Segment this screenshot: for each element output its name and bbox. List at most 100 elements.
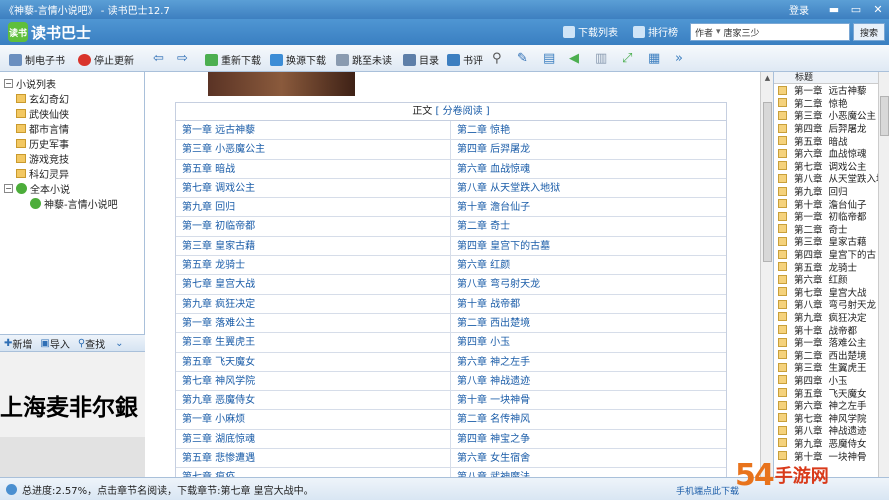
chapter-list-item[interactable]: 第七章 调戏公主 [774, 160, 889, 173]
grid-icon[interactable]: ▦ [648, 51, 660, 66]
redownload-button[interactable]: 重新下载 [205, 52, 261, 67]
chapter-link[interactable]: 第四章 神宝之争 [451, 430, 726, 448]
mobile-download-link[interactable]: 手机端点此下载 [676, 484, 739, 497]
find-button[interactable]: ⚲ 查找 [78, 336, 105, 351]
chapter-list-item[interactable]: 第六章 红颜 [774, 273, 889, 286]
chapter-list-item[interactable]: 第二章 西出楚境 [774, 348, 889, 362]
chapter-list-scrollbar[interactable] [878, 72, 889, 477]
chapter-list-item[interactable]: 第八章 从天堂跌入地 [774, 172, 889, 185]
chapter-list-item[interactable]: 第三章 小恶魔公主 [774, 109, 889, 122]
chapter-list-item[interactable]: 第三章 皇家古藉 [774, 235, 889, 248]
chapter-link[interactable]: 第七章 调戏公主 [176, 178, 451, 198]
add-button[interactable]: ✚ 新增 [4, 336, 32, 351]
tree-root[interactable]: − 小说列表 [4, 76, 56, 91]
pen-icon[interactable]: ✎ [517, 51, 528, 66]
chevron-down-icon[interactable]: ▾ [716, 27, 721, 37]
more-icon[interactable]: » [675, 51, 683, 66]
chapter-link[interactable]: 第一章 初临帝都 [176, 217, 451, 236]
chapter-link[interactable]: 第九章 回归 [176, 198, 451, 217]
chapter-link[interactable]: 第二章 奇士 [451, 217, 726, 235]
chapter-link[interactable]: 第六章 血战惊魂 [451, 160, 726, 178]
magnifier-icon[interactable]: ⚲ [492, 51, 502, 66]
expand-down-icon[interactable]: ⌄ [115, 338, 123, 349]
chapter-list-item[interactable]: 第六章 血战惊魂 [774, 147, 889, 160]
tree-item-category[interactable]: 游戏竞技 [16, 151, 69, 166]
minimize-button[interactable]: ▬ [823, 3, 845, 16]
search-field-select[interactable]: 作者 [695, 26, 713, 39]
tree-item-all-novels[interactable]: − 全本小说 [4, 181, 70, 196]
chapter-link[interactable]: 第三章 湖底惊魂 [176, 429, 451, 449]
page-icon[interactable]: ▤ [543, 51, 555, 66]
chapter-link[interactable]: 第八章 神战遗迹 [451, 372, 726, 390]
stop-update-button[interactable]: 停止更新 [78, 52, 134, 67]
maximize-button[interactable]: ▭ [845, 3, 867, 16]
chapter-list-item[interactable]: 第十章 澹台仙子 [774, 197, 889, 211]
collapse-icon[interactable]: − [4, 184, 13, 193]
chapter-link[interactable]: 第五章 悲惨遭遇 [176, 449, 451, 468]
speaker-icon[interactable]: ◀ [569, 51, 579, 66]
chapter-list-item[interactable]: 第八章 神战遗迹 [774, 424, 889, 437]
reader-icon[interactable]: ▥ [595, 51, 607, 66]
chapter-link[interactable]: 第七章 皇宫大战 [176, 275, 451, 294]
chapter-link[interactable]: 第一章 小麻烦 [176, 410, 451, 429]
scrollbar-thumb[interactable] [763, 102, 772, 262]
switch-source-button[interactable]: 换源下载 [270, 52, 326, 67]
chapter-list-item[interactable]: 第五章 飞天魔女 [774, 386, 889, 400]
back-arrow-icon[interactable]: ⇦ [153, 51, 164, 66]
chapter-list-item[interactable]: 第七章 神风学院 [774, 411, 889, 425]
chapter-list-item[interactable]: 第四章 小玉 [774, 374, 889, 387]
chapter-link[interactable]: 第七章 神风学院 [176, 371, 451, 391]
chapter-list-item[interactable]: 第五章 龙骑士 [774, 260, 889, 274]
chapter-list-item[interactable]: 第一章 初临帝都 [774, 210, 889, 223]
ranking-button[interactable]: 排行榜 [633, 24, 678, 39]
search-value[interactable]: 唐家三少 [724, 26, 760, 39]
chapter-link[interactable]: 第四章 小玉 [451, 333, 726, 351]
tree-item-category[interactable]: 玄幻奇幻 [16, 91, 69, 106]
chapter-link[interactable]: 第十章 一块神骨 [451, 391, 726, 409]
chapter-list-item[interactable]: 第八章 弯弓射天龙 [774, 298, 889, 311]
chapter-link[interactable]: 第五章 龙骑士 [176, 256, 451, 275]
chapter-list-item[interactable]: 第一章 落难公主 [774, 336, 889, 349]
chapter-list-item[interactable]: 第一章 远古神藜 [774, 84, 889, 97]
chapter-list-item[interactable]: 第九章 恶魔侍女 [774, 437, 889, 450]
chapter-list-item[interactable]: 第四章 后羿屠龙 [774, 122, 889, 135]
chapter-list-item[interactable]: 第九章 回归 [774, 185, 889, 198]
chapter-link[interactable]: 第三章 生翼虎王 [176, 333, 451, 352]
volume-read-link[interactable]: 分卷阅读 [443, 106, 483, 117]
import-button[interactable]: ▣ 导入 [40, 336, 69, 351]
chapter-list-item[interactable]: 第三章 生翼虎王 [774, 361, 889, 374]
chapter-link[interactable]: 第一章 落难公主 [176, 313, 451, 333]
chapter-list-item[interactable]: 第六章 神之左手 [774, 399, 889, 412]
chapter-list-header[interactable]: 标题 [774, 72, 889, 84]
chapter-link[interactable]: 第二章 名传神风 [451, 410, 726, 428]
chapter-link[interactable]: 第六章 女生宿舍 [451, 449, 726, 467]
tree-item-category[interactable]: 武侠仙侠 [16, 106, 69, 121]
chapter-link[interactable]: 第四章 皇宫下的古墓 [451, 237, 726, 255]
chapter-link[interactable]: 第九章 恶魔侍女 [176, 391, 451, 410]
download-list-button[interactable]: 下载列表 [563, 24, 618, 39]
forward-arrow-icon[interactable]: ⇨ [177, 51, 188, 66]
chapter-list-item[interactable]: 第九章 疯狂决定 [774, 311, 889, 324]
tree-item-current-book[interactable]: 神藜-言情小说吧 [30, 196, 118, 211]
jump-unread-button[interactable]: 跳至未读 [336, 52, 392, 67]
tree-item-category[interactable]: 都市言情 [16, 121, 69, 136]
chapter-list-item[interactable]: 第二章 惊艳 [774, 97, 889, 110]
chapter-list-item[interactable]: 第二章 奇士 [774, 223, 889, 236]
login-link[interactable]: 登录 [789, 2, 809, 17]
chapter-link[interactable]: 第六章 神之左手 [451, 353, 726, 371]
chapter-link[interactable]: 第四章 后羿屠龙 [451, 140, 726, 158]
chapter-link[interactable]: 第十章 澹台仙子 [451, 198, 726, 216]
chapter-link[interactable]: 第一章 远古神藜 [176, 121, 451, 140]
chapter-link[interactable]: 第九章 疯狂决定 [176, 294, 451, 313]
chapter-list-item[interactable]: 第七章 皇宫大战 [774, 286, 889, 299]
chapter-link[interactable]: 第二章 西出楚境 [451, 314, 726, 332]
chapter-link[interactable]: 第六章 红颜 [451, 256, 726, 274]
chapter-link[interactable]: 第三章 小恶魔公主 [176, 140, 451, 159]
chapter-list-item[interactable]: 第四章 皇宫下的古 [774, 248, 889, 261]
chapter-link[interactable]: 第五章 飞天魔女 [176, 352, 451, 371]
chapter-link[interactable]: 第八章 从天堂跌入地狱 [451, 179, 726, 197]
toc-button[interactable]: 目录 [403, 52, 439, 67]
chapter-link[interactable]: 第八章 弯弓射天龙 [451, 275, 726, 293]
chapter-link[interactable]: 第八章 武神魔法 [451, 468, 726, 477]
fullscreen-icon[interactable]: ⤢ [622, 51, 632, 66]
